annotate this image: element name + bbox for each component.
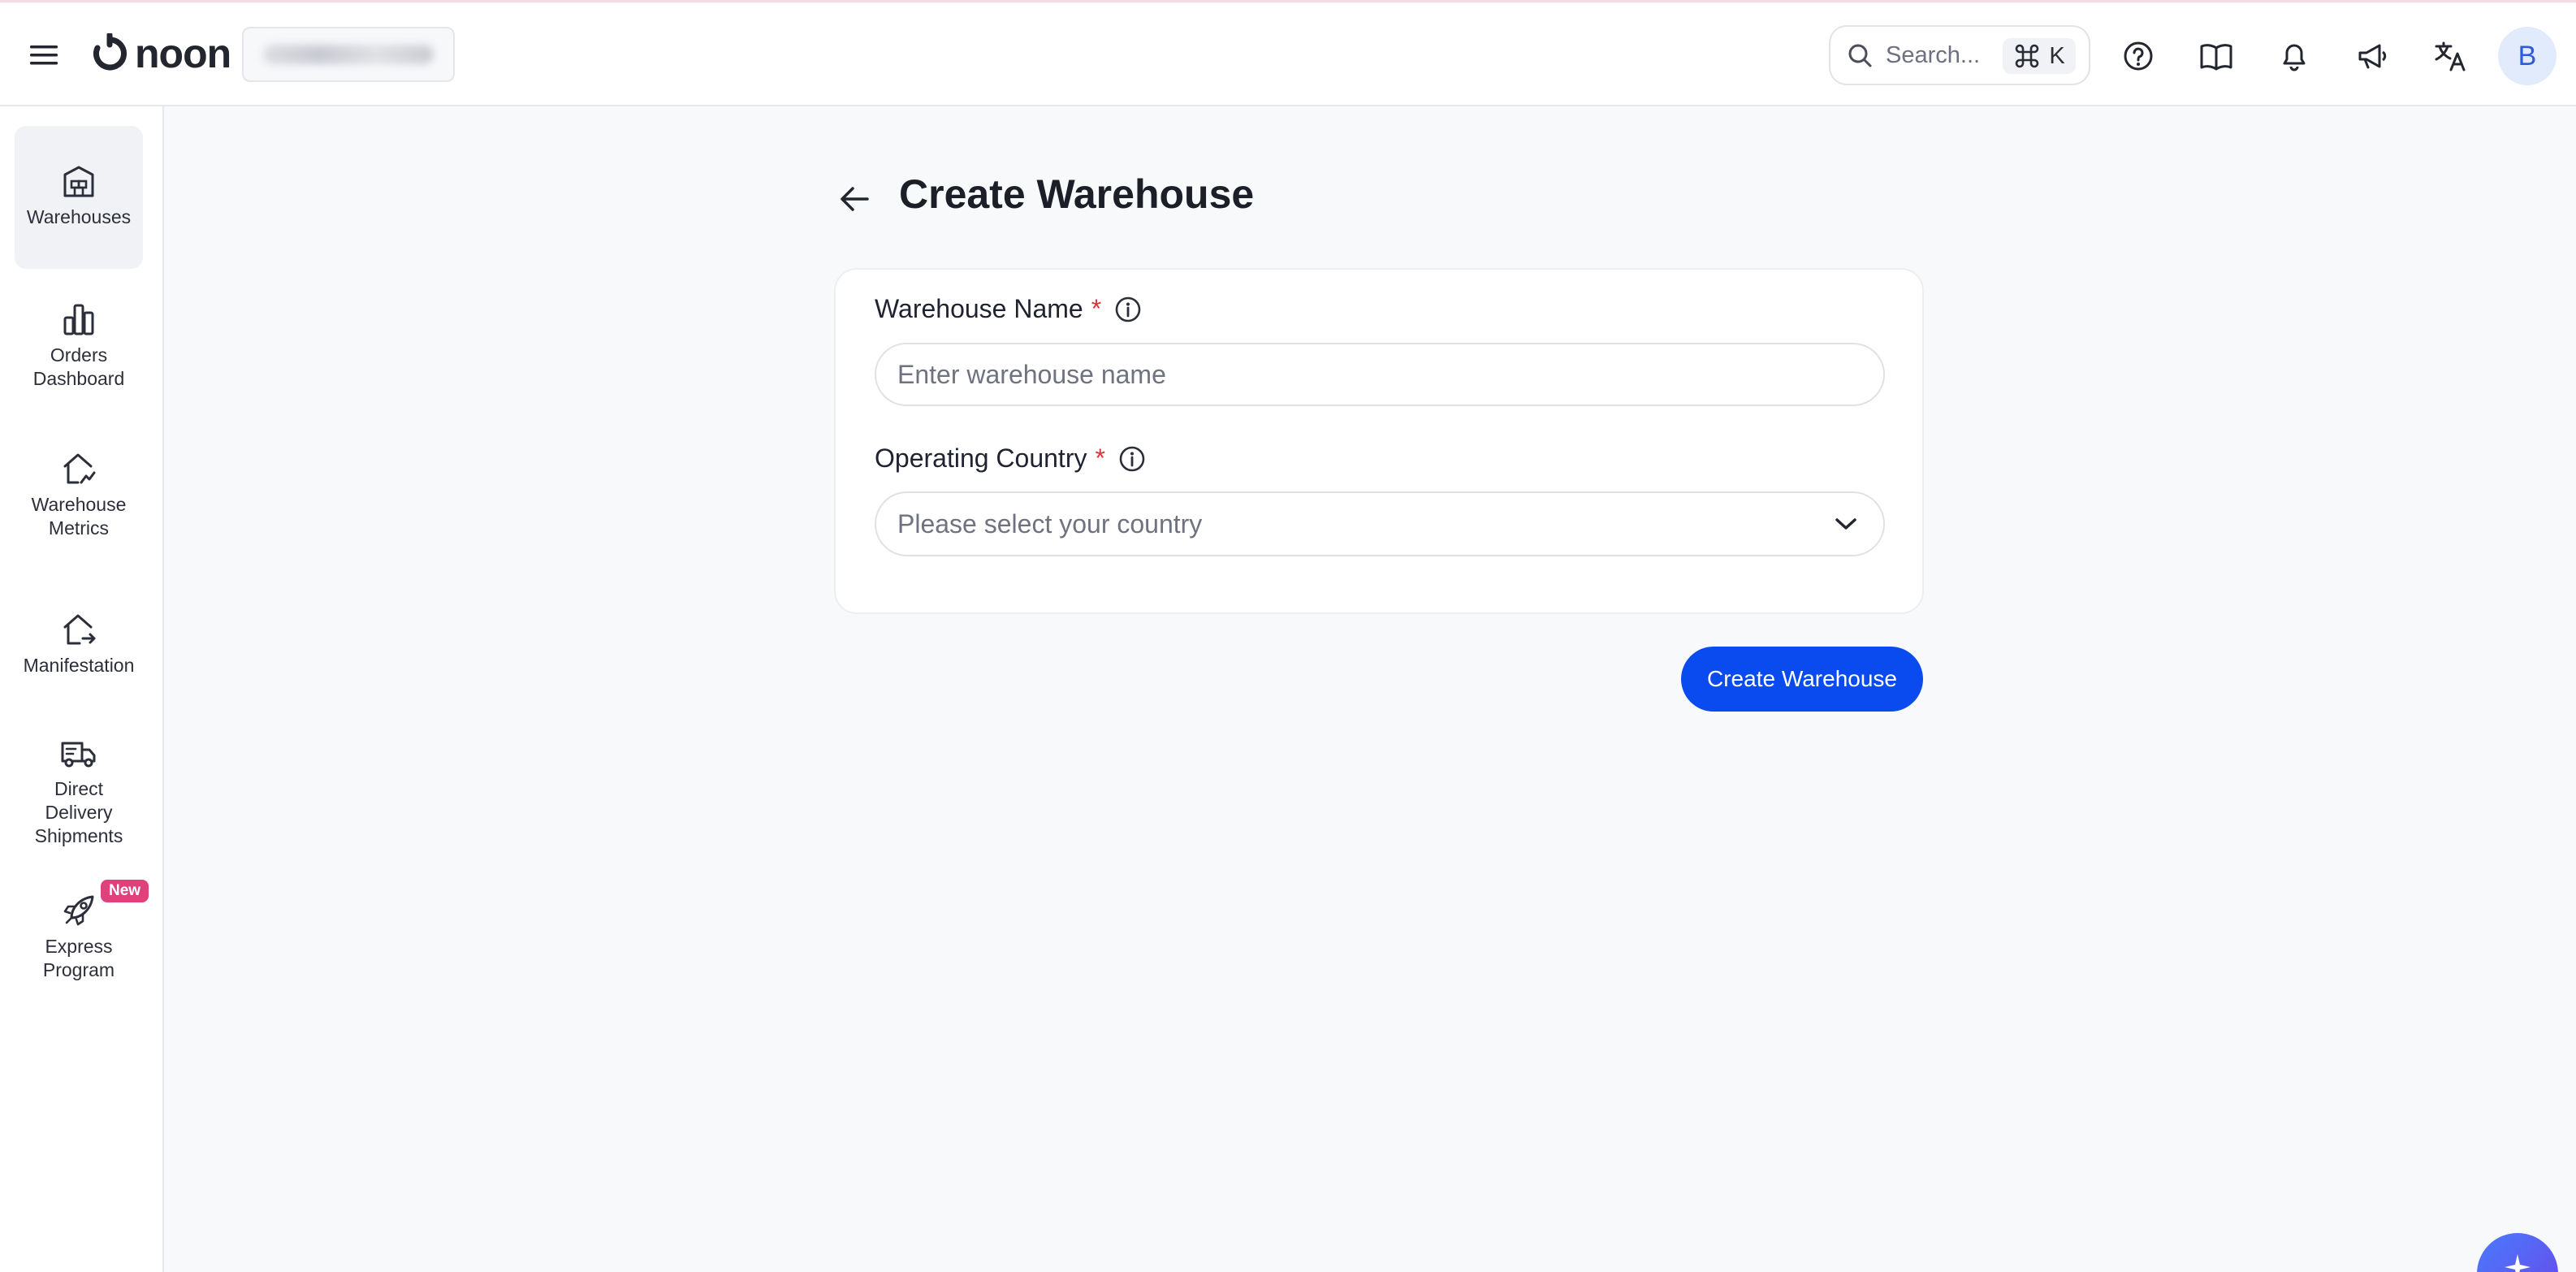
sidebar-item-label: Express Program <box>42 936 115 980</box>
search-placeholder: Search... <box>1886 41 1981 68</box>
sidebar-item-label: Direct Delivery Shipments <box>34 778 123 846</box>
store-name-blurred <box>263 45 434 64</box>
sidebar-item-label: Warehouse Metrics <box>31 494 127 539</box>
required-asterisk: * <box>1091 294 1102 323</box>
operating-country-label: Operating Country * <box>875 443 1146 474</box>
sidebar-item-orders-dashboard[interactable]: Orders Dashboard <box>15 300 143 391</box>
home-export-icon <box>59 610 98 649</box>
bell-icon[interactable] <box>2276 37 2313 75</box>
create-warehouse-form: Warehouse Name * Operating Country * Ple… <box>834 268 1924 614</box>
home-metrics-icon <box>59 449 98 488</box>
search-shortcut: K <box>2003 38 2076 74</box>
search-icon <box>1845 41 1874 70</box>
noon-logo[interactable]: noon <box>89 30 231 77</box>
search-box[interactable]: Search... K <box>1829 25 2090 85</box>
assistant-fab[interactable] <box>2477 1233 2558 1272</box>
store-selector[interactable] <box>242 27 455 82</box>
sidebar-item-direct-delivery-shipments[interactable]: Direct Delivery Shipments <box>15 733 143 848</box>
warehouse-name-label-text: Warehouse Name <box>875 294 1083 323</box>
menu-icon[interactable] <box>28 39 60 71</box>
required-asterisk: * <box>1095 443 1105 473</box>
command-key-icon <box>2016 44 2039 68</box>
sidebar-item-label: Manifestation <box>23 655 135 676</box>
rocket-icon <box>59 891 98 930</box>
sidebar-item-manifestation[interactable]: Manifestation <box>15 610 143 677</box>
help-icon[interactable] <box>2120 37 2157 75</box>
megaphone-icon[interactable] <box>2353 37 2391 75</box>
book-icon[interactable] <box>2198 37 2235 75</box>
sidebar-item-warehouse-metrics[interactable]: Warehouse Metrics <box>15 449 143 540</box>
sidebar-item-warehouses[interactable]: Warehouses <box>15 126 143 269</box>
noon-logo-mark-icon <box>93 33 127 71</box>
chevron-down-icon <box>1830 508 1862 540</box>
operating-country-label-text: Operating Country <box>875 443 1087 473</box>
create-warehouse-button[interactable]: Create Warehouse <box>1681 647 1923 712</box>
truck-icon <box>59 733 98 772</box>
warehouse-name-label: Warehouse Name * <box>875 294 1142 324</box>
user-avatar[interactable]: B <box>2498 27 2557 85</box>
translate-icon[interactable] <box>2431 37 2469 75</box>
sidebar: Warehouses Orders Dashboard Warehouse Me… <box>0 106 164 1272</box>
shortcut-key: K <box>2049 42 2065 69</box>
warehouse-icon <box>59 162 98 201</box>
info-icon[interactable] <box>1114 296 1142 323</box>
info-icon[interactable] <box>1118 445 1146 473</box>
top-bar: noon Search... K B <box>0 0 2576 106</box>
sparkle-icon <box>2505 1254 2531 1272</box>
new-badge: New <box>101 880 149 902</box>
bar-chart-icon <box>59 300 98 339</box>
country-select-placeholder: Please select your country <box>897 508 1203 539</box>
operating-country-select[interactable]: Please select your country <box>875 491 1885 556</box>
page-title: Create Warehouse <box>899 171 1255 217</box>
warehouse-name-input[interactable] <box>875 343 1885 406</box>
sidebar-item-express-program[interactable]: New Express Program <box>15 880 149 982</box>
back-arrow-icon[interactable] <box>833 178 875 220</box>
sidebar-item-label: Warehouses <box>26 206 132 227</box>
sidebar-item-label: Orders Dashboard <box>32 344 125 389</box>
brand-name: noon <box>135 31 231 76</box>
